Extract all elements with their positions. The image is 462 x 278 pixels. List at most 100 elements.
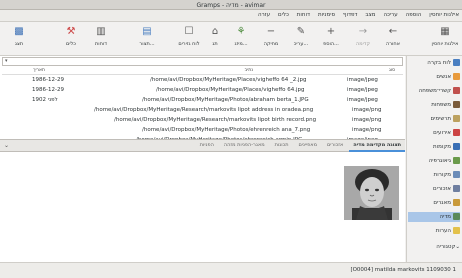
status-bar: [O0004] matilda markovits 1109030 1 (0, 262, 462, 278)
tag-icon: ⌂ (211, 26, 219, 37)
row-type: image/png (352, 107, 382, 113)
row-path: /home/avi/Dropbox/MyHeritage/Places/vigh… (150, 77, 307, 83)
row-date: לפני 1902 (32, 97, 58, 103)
menu-bookmarks[interactable]: סימניות (315, 10, 338, 20)
view-button[interactable]: ▩ תצג (4, 26, 34, 47)
menu-tools[interactable]: כלים (275, 10, 292, 20)
portrait-photo (344, 166, 399, 220)
repositories-icon (453, 199, 460, 206)
edit-button[interactable]: ✎ עריכ... (286, 26, 316, 47)
row-path: /home/avi/Dropbox/MyHeritage/Research/ma… (114, 117, 317, 123)
row-path: /home/avi/Dropbox/MyHeritage/Photos/abra… (142, 97, 309, 103)
row-path: /home/avi/Dropbox/MyHeritage/Places/vigh… (156, 87, 305, 93)
sidebar-item-families[interactable]: משפחות (408, 100, 460, 110)
dropdown-arrow-icon[interactable]: ▾ (5, 58, 8, 64)
tree-icon: ▦ (440, 26, 450, 37)
column-type[interactable]: סוג (389, 68, 395, 73)
row-date: 1986-12-29 (32, 87, 64, 93)
charts-icon (453, 115, 460, 122)
tab-media-preview[interactable]: תצוגה מקדימה מדיה (349, 140, 405, 152)
table-row[interactable]: 1986-12-29 /home/avi/Dropbox/MyHeritage/… (2, 86, 403, 95)
edit-icon: ✎ (296, 26, 306, 37)
menu-edit[interactable]: עריכה (380, 10, 400, 20)
gramplet-tabbar: תצוגה מקדימה מדיה אזכורים מאפיינים תכונו… (0, 140, 405, 152)
relationships-icon (453, 87, 460, 94)
media-list-view: ▾ סוג נתיב תאריך 1986-12-29 /home/avi/Dr… (0, 56, 405, 262)
row-type: image/jpeg (347, 87, 378, 93)
remove-button[interactable]: − מחיקה (256, 26, 286, 47)
sidebar-item-geography[interactable]: גיאוגרפיה (408, 156, 460, 166)
menu-bar: אילנות יוחסין הוספה עריכה מצב דפדוף סימנ… (0, 10, 462, 22)
column-header: סוג נתיב תאריך (2, 67, 403, 75)
sidebar-item-citations[interactable]: אזכורים (408, 184, 460, 194)
configure-button[interactable]: ▤ תצור... (132, 26, 162, 47)
forward-arrow-icon: → (358, 26, 368, 37)
window-title: Gramps - מדיה - avimar (196, 2, 266, 9)
sidebar-item-notes[interactable]: הערות (408, 226, 460, 236)
sidebar-item-people[interactable]: אנשים (408, 72, 460, 82)
geography-icon (453, 157, 460, 164)
tab-citations[interactable]: אזכורים (323, 140, 347, 150)
chevron-down-icon[interactable]: ⌄ (4, 142, 9, 149)
column-path[interactable]: נתיב (245, 68, 253, 73)
clipboard-icon: ☐ (184, 26, 194, 37)
row-type: image/png (352, 117, 382, 123)
tag-button[interactable]: ⌂ תג (200, 26, 230, 47)
trees-button[interactable]: ▦ אילנות יוחסין (430, 26, 460, 47)
toolbar: ▦ אילנות יוחסין ← אחורה → קדימה + הוספ..… (0, 22, 462, 56)
table-row[interactable]: /home/avi/Dropbox/MyHeritage/Research/ma… (2, 116, 403, 125)
sidebar-item-dashboard[interactable]: לוח בקרה (408, 58, 460, 68)
table-row[interactable]: /home/avi/Dropbox/MyHeritage/Research/ma… (2, 106, 403, 115)
search-bar[interactable]: ▾ (2, 57, 403, 66)
tab-references-id[interactable]: מאגר-הפניות מזהה (220, 140, 269, 150)
tab-properties[interactable]: מאפיינים (294, 140, 321, 150)
row-path: /home/avi/Dropbox/MyHeritage/Research/ma… (94, 107, 314, 113)
sidebar-item-relationships[interactable]: קשרי־משפחה (408, 86, 460, 96)
sidebar-item-media[interactable]: מדיה (408, 212, 460, 222)
clipboard-button[interactable]: ☐ לוח גזירים (174, 26, 204, 47)
tab-attributes[interactable]: תכונות (271, 140, 293, 150)
column-date[interactable]: תאריך (33, 68, 45, 73)
menu-view[interactable]: מצב (362, 10, 378, 20)
places-icon (453, 143, 460, 150)
table-row[interactable]: לפני 1902 /home/avi/Dropbox/MyHeritage/P… (2, 96, 403, 105)
tools-button[interactable]: ⚒ כלים (56, 26, 86, 47)
reports-button[interactable]: ▥ דוחות (86, 26, 116, 47)
status-text: [O0004] matilda markovits 1109030 1 (350, 267, 456, 273)
config-icon: ▤ (142, 26, 152, 37)
row-type: image/png (352, 127, 382, 133)
merge-button[interactable]: ⚘ מיזג... (226, 26, 256, 47)
sidebar-item-places[interactable]: מקומות (408, 142, 460, 152)
sidebar-item-sources[interactable]: מקורות (408, 170, 460, 180)
row-type: image/jpeg (347, 97, 378, 103)
families-icon (453, 101, 460, 108)
sidebar-item-repositories[interactable]: מאגרים (408, 198, 460, 208)
remove-icon: − (266, 26, 276, 37)
dashboard-icon (453, 59, 460, 66)
menu-go[interactable]: דפדוף (340, 10, 360, 20)
table-row[interactable]: 1986-12-29 /home/avi/Dropbox/MyHeritage/… (2, 76, 403, 85)
navigator-sidebar: לוח בקרה אנשים קשרי־משפחה משפחות תרשימים… (406, 56, 462, 262)
reports-icon: ▥ (96, 26, 106, 37)
menu-reports[interactable]: דוחות (294, 10, 313, 20)
sidebar-item-events[interactable]: אירועים (408, 128, 460, 138)
add-button[interactable]: + הוספ... (316, 26, 346, 47)
back-arrow-icon: ← (388, 26, 398, 37)
bottom-gramplet-pane: תצוגה מקדימה מדיה אזכורים מאפיינים תכונו… (0, 139, 405, 262)
tab-references[interactable]: הפניות (196, 140, 218, 150)
back-button[interactable]: ← אחורה (378, 26, 408, 47)
row-type: image/jpeg (347, 77, 378, 83)
menu-help[interactable]: עזרה (255, 10, 273, 20)
view-icon: ▩ (14, 26, 24, 37)
citations-icon (453, 185, 460, 192)
sidebar-item-charts[interactable]: תרשימים (408, 114, 460, 124)
table-row[interactable]: /home/avi/Dropbox/MyHeritage/Photos/ehre… (2, 126, 403, 135)
chevron-down-icon: ⌄ (455, 244, 460, 250)
menu-add[interactable]: הוספה (403, 10, 425, 20)
sidebar-category-dropdown[interactable]: ⌄קטגוריה (408, 242, 460, 252)
menu-trees[interactable]: אילנות יוחסין (426, 10, 462, 20)
title-bar: Gramps - מדיה - avimar (0, 0, 462, 10)
media-preview-image (344, 166, 399, 220)
row-date: 1986-12-29 (32, 77, 64, 83)
forward-button[interactable]: → קדימה (348, 26, 378, 47)
